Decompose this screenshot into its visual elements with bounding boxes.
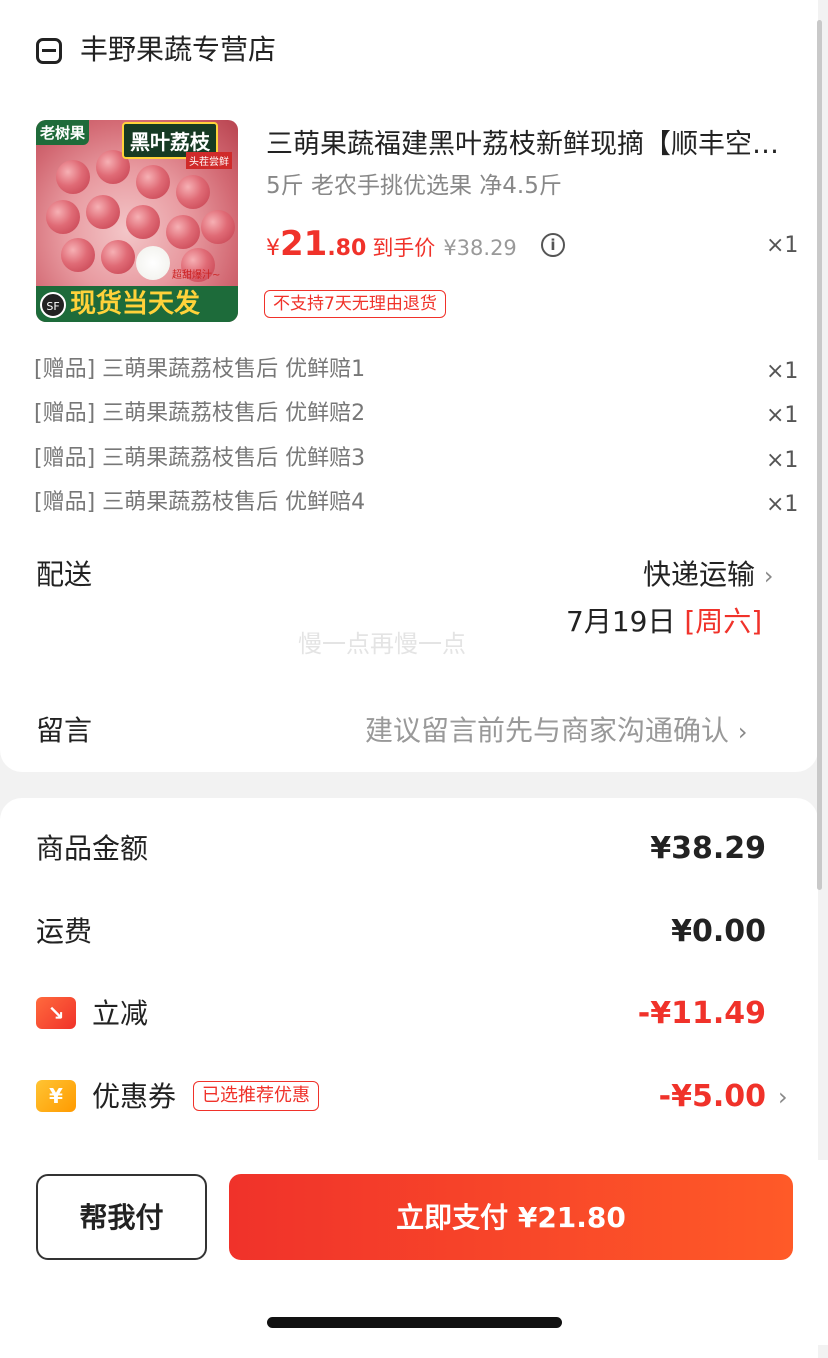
delivery-date-text: 7月19日 xyxy=(566,605,685,638)
gift-item: [赠品] 三萌果蔬荔枝售后 优鲜赔2 xyxy=(34,401,366,426)
gift-qty: ×1 xyxy=(766,359,799,384)
store-icon xyxy=(36,38,62,64)
pay-now-button[interactable]: 立即支付 ¥21.80 xyxy=(229,1174,793,1260)
gift-item: [赠品] 三萌果蔬荔枝售后 优鲜赔1 xyxy=(34,357,366,382)
product-image[interactable]: 老树果 黑叶荔枝 头茬尝鲜 超甜爆汁~ SF 现货当天发 xyxy=(36,120,238,322)
store-name[interactable]: 丰野果蔬专营店 xyxy=(80,30,276,70)
price-label: 到手价 xyxy=(372,236,436,260)
gift-qty: ×1 xyxy=(766,448,799,473)
coupon-recommended-badge: 已选推荐优惠 xyxy=(193,1081,319,1111)
help-me-pay-button[interactable]: 帮我付 xyxy=(36,1174,207,1260)
info-icon[interactable]: i xyxy=(541,233,565,257)
shipping-fee-value: ¥0.00 xyxy=(671,914,766,949)
discount-icon: ↘ xyxy=(36,997,76,1029)
delivery-method-text: 快递运输 xyxy=(643,558,756,591)
shipping-fee-label: 运费 xyxy=(36,915,93,948)
chevron-right-icon[interactable]: › xyxy=(778,1080,788,1114)
price-integer: 21 xyxy=(280,224,328,264)
delivery-date: 7月19日 [周六] xyxy=(566,603,762,641)
price-symbol: ¥ xyxy=(266,236,280,261)
product-qty: ×1 xyxy=(766,233,799,258)
chevron-right-icon: › xyxy=(763,562,774,590)
sf-logo-icon: SF xyxy=(40,292,66,318)
return-policy-badge: 不支持7天无理由退货 xyxy=(264,290,446,318)
remark-input[interactable]: 建议留言前先与商家沟通确认 › xyxy=(365,712,748,751)
gift-qty: ×1 xyxy=(766,403,799,428)
home-indicator[interactable] xyxy=(267,1317,562,1328)
product-spec: 5斤 老农手挑优选果 净4.5斤 xyxy=(266,173,562,199)
product-title[interactable]: 三萌果蔬福建黑叶荔枝新鲜现摘【顺丰空运】 xyxy=(266,126,796,164)
gift-item: [赠品] 三萌果蔬荔枝售后 优鲜赔4 xyxy=(34,490,366,515)
discount-label: 立减 xyxy=(92,997,149,1030)
delivery-label: 配送 xyxy=(36,558,93,591)
delivery-day: [周六] xyxy=(684,605,763,638)
gift-item: [赠品] 三萌果蔬荔枝售后 优鲜赔3 xyxy=(34,446,366,471)
coupon-value[interactable]: -¥5.00 xyxy=(659,1078,766,1116)
discount-value: -¥11.49 xyxy=(637,996,766,1031)
image-tag-old-tree: 老树果 xyxy=(36,120,90,145)
price-row: ¥21.80 到手价 ¥38.29 xyxy=(266,224,517,268)
remark-label: 留言 xyxy=(36,714,93,747)
watermark: 慢一点再慢一点 xyxy=(298,630,466,658)
delivery-method[interactable]: 快递运输 › xyxy=(643,556,774,595)
gift-qty: ×1 xyxy=(766,492,799,517)
goods-amount-value: ¥38.29 xyxy=(650,831,766,866)
image-tag-first-harvest: 头茬尝鲜 xyxy=(186,152,232,169)
coupon-icon: ¥ xyxy=(36,1080,76,1112)
original-price: ¥38.29 xyxy=(443,236,517,260)
remark-placeholder: 建议留言前先与商家沟通确认 xyxy=(365,714,730,747)
chevron-right-icon: › xyxy=(737,718,748,746)
price-decimal: .80 xyxy=(327,236,367,261)
goods-amount-label: 商品金额 xyxy=(36,832,149,865)
image-tag-sweet: 超甜爆汁~ xyxy=(172,270,221,281)
coupon-label: 优惠券 xyxy=(92,1080,177,1113)
scrollbar[interactable] xyxy=(817,20,822,890)
image-banner-text: 现货当天发 xyxy=(70,289,201,319)
